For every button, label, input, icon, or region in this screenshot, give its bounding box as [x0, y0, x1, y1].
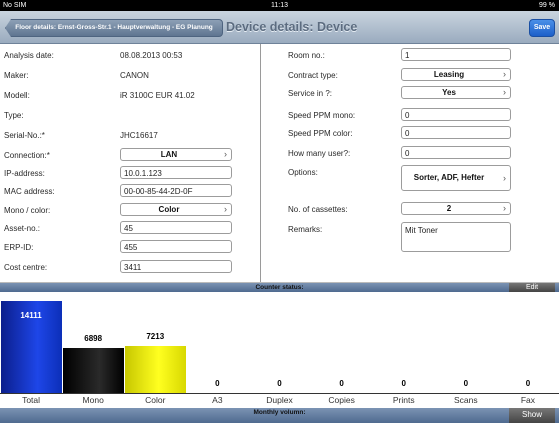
chevron-right-icon: › — [503, 87, 506, 97]
erp-field[interactable]: 455 — [120, 240, 232, 253]
chart-category-label-total: Total — [22, 395, 41, 405]
chart-category-label-copies: Copies — [328, 395, 355, 405]
mono-color-value: Color — [158, 205, 180, 214]
chart-category-label-scans: Scans — [454, 395, 478, 405]
type-label: Type: — [4, 111, 24, 120]
chart-value-label-total: 14111 — [20, 311, 42, 320]
chart-value-label-scans: 0 — [463, 379, 469, 388]
cost-centre-field[interactable]: 3411 — [120, 260, 232, 273]
chevron-right-icon: › — [503, 173, 506, 183]
remarks-label: Remarks: — [288, 225, 323, 234]
ip-label: IP-address: — [4, 169, 45, 178]
back-button[interactable]: Floor details: Ernst-Gross-Str.1 - Haupt… — [5, 19, 223, 37]
chart-category-label-prints: Prints — [392, 395, 415, 405]
ppm-color-label: Speed PPM color: — [288, 129, 353, 138]
ppm-color-field[interactable]: 0 — [401, 126, 511, 139]
contract-select[interactable]: Leasing › — [401, 68, 511, 81]
battery-indicator: 99 % — [539, 2, 555, 9]
users-field[interactable]: 0 — [401, 146, 511, 159]
contract-label: Contract type: — [288, 71, 338, 80]
cassettes-label: No. of cassettes: — [288, 205, 348, 214]
maker-value: CANON — [120, 71, 149, 80]
service-value: Yes — [442, 88, 456, 97]
analysis-date-label: Analysis date: — [4, 51, 54, 60]
chart-value-label-copies: 0 — [339, 379, 344, 388]
maker-label: Maker: — [4, 71, 29, 80]
device-form: Analysis date: 08.08.2013 00:53 Maker: C… — [0, 44, 559, 283]
save-button[interactable]: Save — [529, 19, 555, 37]
mac-label: MAC address: — [4, 187, 55, 196]
users-label: How many user?: — [288, 149, 351, 158]
asset-label: Asset-no.: — [4, 224, 41, 233]
show-button[interactable]: Show — [509, 408, 555, 423]
ppm-mono-label: Speed PPM mono: — [288, 111, 356, 120]
column-divider — [260, 44, 261, 282]
chart-value-label-fax: 0 — [525, 379, 531, 388]
contract-value: Leasing — [433, 70, 465, 79]
modell-value: iR 3100C EUR 41.02 — [120, 91, 195, 100]
room-label: Room no.: — [288, 51, 325, 60]
status-bar: No SIM 11:13 99 % — [0, 0, 559, 11]
ppm-mono-field[interactable]: 0 — [401, 108, 511, 121]
ip-field[interactable]: 10.0.1.123 — [120, 166, 232, 179]
chevron-right-icon: › — [503, 203, 506, 213]
counter-chart: 14111 6898 7213 0 0 0 0 0 0 — [0, 292, 559, 393]
chart-category-label-duplex: Duplex — [266, 395, 293, 405]
chart-value-label-duplex: 0 — [277, 379, 282, 388]
serial-value: JHC16617 — [120, 131, 158, 140]
analysis-date-value: 08.08.2013 00:53 — [120, 51, 183, 60]
chart-category-label-mono: Mono — [82, 395, 104, 405]
clock: 11:13 — [271, 2, 288, 9]
cost-centre-label: Cost centre: — [4, 263, 48, 272]
chart-category-label-a3: A3 — [212, 395, 223, 405]
chart-bar-mono — [62, 348, 124, 393]
navigation-bar: Floor details: Ernst-Gross-Str.1 - Haupt… — [0, 11, 559, 44]
edit-button[interactable]: Edit — [509, 283, 555, 292]
chevron-right-icon: › — [224, 204, 227, 214]
options-select[interactable]: Sorter, ADF, Hefter › — [401, 165, 511, 191]
room-field[interactable]: 1 — [401, 48, 511, 61]
cassettes-value: 2 — [446, 204, 452, 213]
chart-category-label-color: Color — [145, 395, 166, 405]
counter-status-header: Counter status: — [0, 283, 559, 292]
options-label: Options: — [288, 168, 318, 177]
serial-label: Serial-No.:* — [4, 131, 45, 140]
chart-value-label-mono: 6898 — [84, 334, 103, 343]
mono-color-select[interactable]: Color › — [120, 203, 232, 216]
modell-label: Modell: — [4, 91, 30, 100]
chevron-right-icon: › — [224, 149, 227, 159]
cassettes-select[interactable]: 2 › — [401, 202, 511, 215]
monthly-volume-header: Monthly volumn: — [0, 408, 559, 423]
connection-value: LAN — [160, 150, 178, 159]
chart-value-label-prints: 0 — [401, 379, 406, 388]
service-select[interactable]: Yes › — [401, 86, 511, 99]
options-value: Sorter, ADF, Hefter — [413, 173, 485, 182]
chevron-right-icon: › — [503, 69, 506, 79]
mac-field[interactable]: 00-00-85-44-2D-0F — [120, 184, 232, 197]
connection-label: Connection:* — [4, 151, 50, 160]
chart-x-axis: Total Mono Color A3 Duplex Copies Prints Scans F… — [0, 393, 559, 408]
asset-field[interactable]: 45 — [120, 221, 232, 234]
service-label: Service in ?: — [288, 89, 333, 98]
chart-value-label-color: 7213 — [146, 332, 165, 341]
remarks-field[interactable]: Mit Toner — [401, 222, 511, 252]
mono-color-label: Mono / color: — [4, 206, 51, 215]
erp-label: ERP-ID: — [4, 243, 34, 252]
page-title: Device details: Device — [226, 20, 358, 34]
connection-select[interactable]: LAN › — [120, 148, 232, 161]
chart-value-label-a3: 0 — [215, 379, 220, 388]
chart-bar-color — [124, 346, 186, 393]
chart-category-label-fax: Fax — [520, 395, 536, 405]
